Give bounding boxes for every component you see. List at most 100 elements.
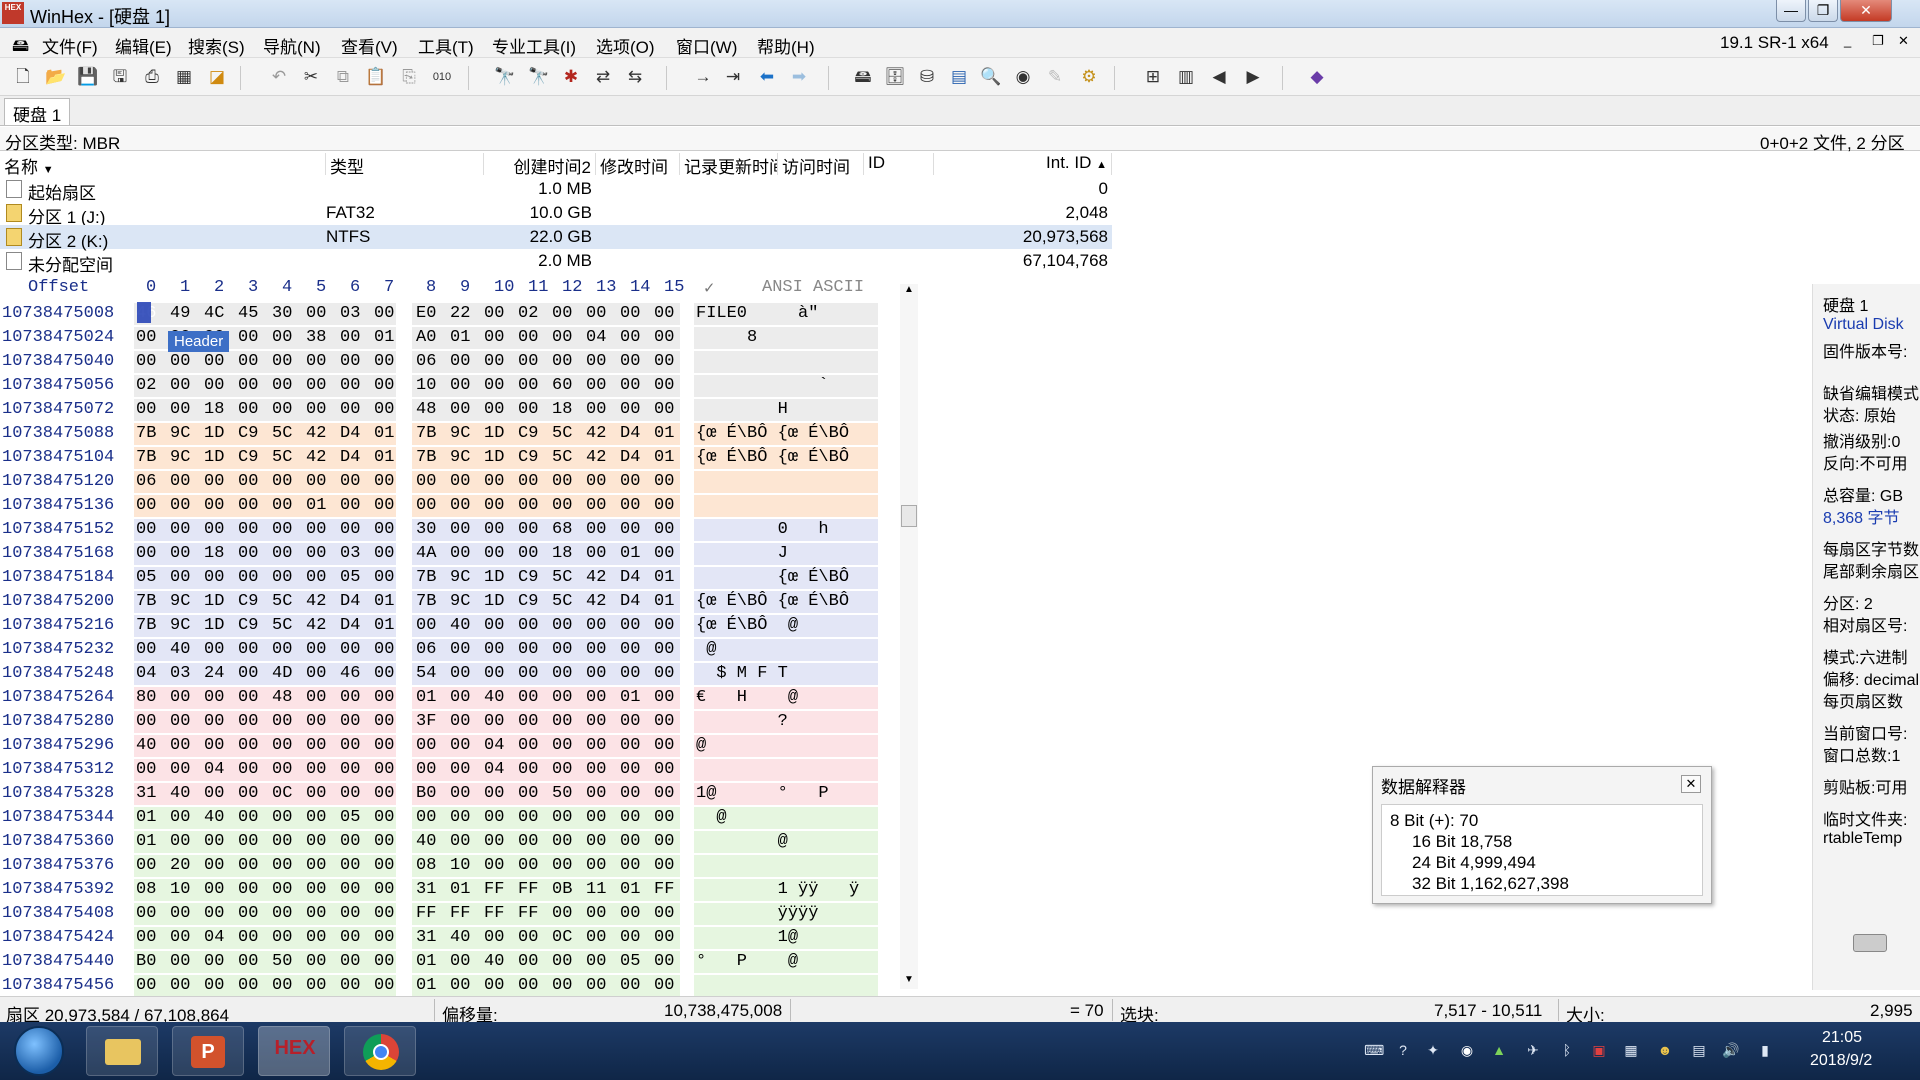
- hex-byte[interactable]: 00: [374, 520, 394, 539]
- hex-byte[interactable]: 00: [272, 640, 292, 659]
- undo-icon[interactable]: ↶: [268, 67, 290, 87]
- hex-byte[interactable]: C9: [518, 424, 538, 443]
- hex-byte[interactable]: D4: [340, 448, 360, 467]
- column-header-int-id[interactable]: Int. ID ▲: [934, 153, 1112, 175]
- hex-byte[interactable]: 00: [552, 808, 572, 827]
- hex-byte[interactable]: 00: [306, 352, 326, 371]
- hex-byte[interactable]: 22: [450, 304, 470, 323]
- column-header-created[interactable]: 创建时间2: [484, 153, 596, 177]
- hex-byte[interactable]: 9C: [170, 424, 190, 443]
- hex-row[interactable]: 10738475392 08 10 00 00 00 00 00 00 31 01 FF FF 0B 11 0…: [0, 878, 920, 902]
- hex-row[interactable]: 107384750240000000000380001A001000000040…: [0, 326, 920, 350]
- hex-byte[interactable]: 00: [306, 808, 326, 827]
- replace-hex2-icon[interactable]: ⇆: [624, 67, 646, 87]
- ascii-text[interactable]: ÿÿÿÿ: [696, 904, 859, 923]
- paste-icon[interactable]: 📋: [365, 67, 387, 87]
- hex-byte[interactable]: 01: [620, 880, 640, 899]
- winhex-app-icon[interactable]: HEX: [2, 2, 24, 24]
- hex-byte[interactable]: 00: [620, 760, 640, 779]
- hex-byte[interactable]: 00: [620, 520, 640, 539]
- hex-byte[interactable]: 00: [654, 832, 674, 851]
- hex-byte[interactable]: 00: [204, 952, 224, 971]
- hex-byte[interactable]: 00: [620, 640, 640, 659]
- hex-byte[interactable]: 0C: [552, 928, 572, 947]
- menu-edit[interactable]: 编辑(E): [115, 33, 172, 58]
- hex-byte[interactable]: 00: [170, 496, 190, 515]
- hex-byte[interactable]: 00: [552, 328, 572, 347]
- ascii-text[interactable]: 0 h: [696, 520, 859, 539]
- ascii-text[interactable]: 1@: [696, 928, 859, 947]
- hex-byte[interactable]: 00: [416, 472, 436, 491]
- flag-right-icon[interactable]: ▶: [1242, 67, 1264, 87]
- hex-byte[interactable]: 00: [238, 520, 258, 539]
- menu-tools[interactable]: 工具(T): [418, 33, 474, 58]
- hex-byte[interactable]: 00: [306, 832, 326, 851]
- hex-byte[interactable]: 00: [238, 736, 258, 755]
- hex-byte[interactable]: 30: [272, 304, 292, 323]
- hex-byte[interactable]: C9: [238, 424, 258, 443]
- hex-byte[interactable]: 00: [170, 904, 190, 923]
- hex-byte[interactable]: 00: [518, 328, 538, 347]
- ascii-text[interactable]: $ M F T: [696, 664, 859, 683]
- hex-byte[interactable]: C9: [238, 448, 258, 467]
- hex-byte[interactable]: 00: [136, 760, 156, 779]
- hex-byte[interactable]: 5C: [552, 448, 572, 467]
- hex-byte[interactable]: 00: [374, 640, 394, 659]
- hex-byte[interactable]: C9: [518, 568, 538, 587]
- menu-navigation[interactable]: 导航(N): [263, 33, 321, 58]
- hex-byte[interactable]: 00: [518, 736, 538, 755]
- hex-byte[interactable]: 00: [620, 496, 640, 515]
- hex-byte[interactable]: 00: [136, 544, 156, 563]
- hex-byte[interactable]: D4: [340, 424, 360, 443]
- hex-byte[interactable]: 00: [654, 736, 674, 755]
- hex-byte[interactable]: 00: [306, 928, 326, 947]
- ascii-text[interactable]: [696, 760, 859, 779]
- hex-byte[interactable]: 00: [654, 928, 674, 947]
- hex-byte[interactable]: 00: [484, 712, 504, 731]
- hex-byte[interactable]: 00: [654, 304, 674, 323]
- hex-byte[interactable]: B0: [136, 952, 156, 971]
- hex-byte[interactable]: 5C: [552, 424, 572, 443]
- menu-view[interactable]: 查看(V): [341, 33, 398, 58]
- hex-byte[interactable]: 00: [552, 904, 572, 923]
- hex-byte[interactable]: 3F: [416, 712, 436, 731]
- hex-byte[interactable]: 00: [586, 856, 606, 875]
- hex-byte[interactable]: 00: [272, 400, 292, 419]
- hex-byte[interactable]: 00: [136, 712, 156, 731]
- hex-byte[interactable]: 42: [586, 424, 606, 443]
- hex-byte[interactable]: 00: [136, 904, 156, 923]
- save-all-icon[interactable]: 🖫: [109, 67, 131, 87]
- hex-byte[interactable]: 00: [204, 496, 224, 515]
- hex-byte[interactable]: 00: [306, 880, 326, 899]
- hex-byte[interactable]: 1D: [484, 448, 504, 467]
- hex-byte[interactable]: 00: [204, 376, 224, 395]
- hex-byte[interactable]: 00: [170, 688, 190, 707]
- hex-byte[interactable]: C9: [238, 616, 258, 635]
- hex-byte[interactable]: 01: [416, 952, 436, 971]
- hex-byte[interactable]: 00: [450, 496, 470, 515]
- properties-icon[interactable]: ▦: [173, 67, 195, 87]
- hex-byte[interactable]: 02: [136, 376, 156, 395]
- hex-byte[interactable]: 00: [654, 328, 674, 347]
- hex-byte[interactable]: 00: [552, 856, 572, 875]
- hex-byte[interactable]: 00: [654, 472, 674, 491]
- hex-byte[interactable]: 00: [340, 928, 360, 947]
- hex-byte[interactable]: 00: [620, 856, 640, 875]
- hex-byte[interactable]: 1D: [204, 592, 224, 611]
- hex-byte[interactable]: 00: [340, 496, 360, 515]
- hex-byte[interactable]: 7B: [136, 616, 156, 635]
- hex-byte[interactable]: 00: [450, 808, 470, 827]
- partition-row[interactable]: 未分配空间 2.0 MB 67,104,768: [0, 249, 1112, 275]
- hex-row[interactable]: 10738475232 00 40 00 00 00 00 00 00 06 00 00 00 00 00 0…: [0, 638, 920, 662]
- hex-byte[interactable]: 00: [518, 952, 538, 971]
- hex-byte[interactable]: 00: [340, 736, 360, 755]
- hex-byte[interactable]: 00: [136, 520, 156, 539]
- back-icon[interactable]: ⬅: [756, 67, 778, 87]
- hex-byte[interactable]: FF: [654, 880, 674, 899]
- hex-byte[interactable]: 00: [450, 376, 470, 395]
- wipe-icon[interactable]: ✎: [1044, 67, 1066, 87]
- hex-byte[interactable]: 00: [272, 856, 292, 875]
- hex-byte[interactable]: 30: [416, 520, 436, 539]
- hex-byte[interactable]: 00: [374, 928, 394, 947]
- hex-byte[interactable]: 00: [620, 904, 640, 923]
